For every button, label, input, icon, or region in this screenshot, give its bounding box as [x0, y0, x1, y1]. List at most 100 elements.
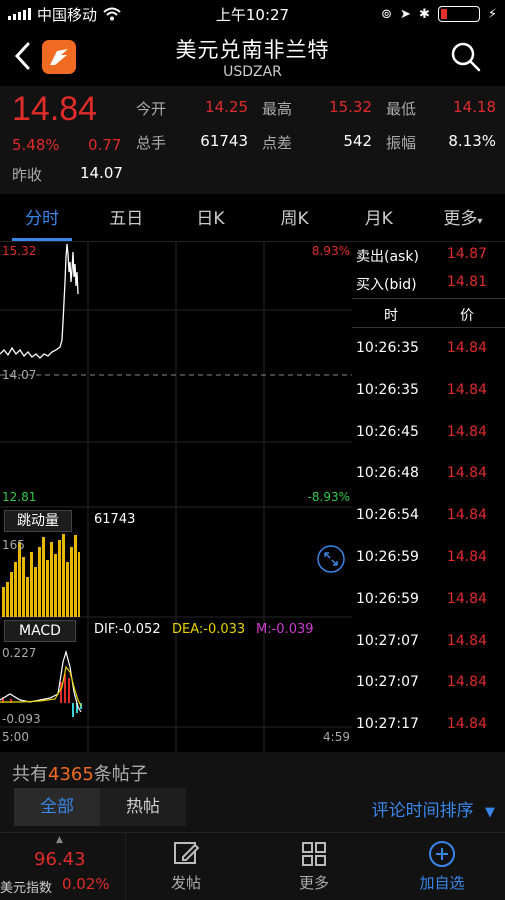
- sort-label: 评论时间排序: [371, 801, 474, 821]
- index-pct: 0.02%: [62, 875, 110, 893]
- carrier: 中国移动: [37, 5, 98, 24]
- macd-dif-value: DIF:-0.052: [94, 622, 161, 637]
- trade-table-header: 时 价: [352, 298, 505, 328]
- trade-time: 10:26:59: [356, 590, 419, 607]
- chevron-down-icon: ▾: [477, 216, 483, 227]
- ask-label: 卖出(ask): [356, 249, 419, 265]
- trade-time: 10:26:59: [356, 549, 419, 565]
- tab-intraday[interactable]: 分时: [0, 198, 84, 241]
- trade-price: 14.84: [446, 381, 487, 398]
- trade-row: 10:26:45 14.84: [352, 412, 505, 454]
- trade-time: 10:27:07: [356, 674, 419, 691]
- sort-button[interactable]: 评论时间排序 ▼: [372, 796, 495, 821]
- trade-row: 10:26:35 14.84: [352, 328, 505, 370]
- chart-low-pct: -8.93%: [307, 490, 350, 504]
- tab-daily-k[interactable]: 日K: [168, 198, 252, 241]
- trade-price: 14.84: [446, 465, 487, 482]
- caret-down-icon: ▼: [485, 805, 495, 820]
- time-start-label: 5:00: [2, 730, 29, 744]
- macd-label-button[interactable]: MACD: [4, 620, 76, 642]
- posts-filter: 全部 热帖: [14, 788, 186, 826]
- col-price: 价: [460, 308, 474, 324]
- signal-icon: [8, 8, 31, 20]
- tab-all-posts[interactable]: 全部: [14, 788, 100, 826]
- trade-row: 10:26:59 14.84: [352, 537, 505, 579]
- time-end-label: 4:59: [323, 730, 350, 744]
- trade-row: 10:27:07 14.84: [352, 662, 505, 704]
- stat-label-spread: 点差: [262, 134, 293, 152]
- chart-svg: [0, 242, 352, 752]
- header: 美元兑南非兰特 USDZAR: [0, 28, 505, 86]
- intraday-chart[interactable]: 15.32 8.93% 14.07 12.81 -8.93% 跳动量 61743…: [0, 242, 352, 752]
- stat-label-high: 最高: [262, 100, 293, 118]
- tab-five-day[interactable]: 五日: [84, 198, 168, 241]
- bid-row: 买入(bid) 14.81: [352, 270, 505, 296]
- trade-time: 10:27:07: [356, 632, 419, 649]
- posts-suffix: 条帖子: [93, 764, 148, 785]
- stat-value-high: 15.32: [329, 98, 372, 116]
- tab-more-label: 更多: [443, 209, 478, 229]
- grid-icon: [302, 842, 326, 866]
- add-circle-icon: [429, 841, 455, 867]
- trade-row: 10:27:17 14.84: [352, 704, 505, 746]
- trade-price: 14.84: [446, 632, 487, 649]
- stat-label-open: 今开: [136, 100, 167, 118]
- more-button[interactable]: 更多: [254, 833, 374, 900]
- posts-count: 共有4365条帖子: [12, 760, 148, 786]
- macd-m-value: M:-0.039: [256, 622, 314, 637]
- trade-row: 10:27:07 14.84: [352, 621, 505, 663]
- trade-time: 10:27:17: [356, 716, 419, 733]
- trade-row: 10:26:48 14.84: [352, 453, 505, 495]
- tab-monthly-k[interactable]: 月K: [337, 198, 421, 241]
- page-subtitle: USDZAR: [223, 64, 282, 80]
- add-label: 加自选: [419, 874, 465, 892]
- trade-row: 10:26:59 14.84: [352, 579, 505, 621]
- bid-value: 14.81: [446, 274, 487, 290]
- dollar-index-widget[interactable]: ▲ 96.43 美元指数 0.02%: [0, 833, 126, 900]
- tab-more[interactable]: 更多▾: [421, 198, 505, 241]
- chart-base-label: 14.07: [2, 368, 37, 382]
- price-line: [0, 243, 79, 359]
- charging-icon: ⚡: [487, 6, 497, 22]
- expand-icon[interactable]: [316, 544, 346, 574]
- trade-price: 14.84: [446, 423, 487, 440]
- tab-weekly-k[interactable]: 周K: [253, 198, 337, 241]
- volume-label-button[interactable]: 跳动量: [4, 510, 72, 532]
- prev-close-label: 昨收: [12, 166, 43, 184]
- search-button[interactable]: [449, 40, 483, 74]
- ask-row: 卖出(ask) 14.87: [352, 242, 505, 268]
- edit-icon: [174, 842, 199, 864]
- index-price: 96.43: [34, 849, 86, 870]
- chart-high-pct: 8.93%: [311, 244, 350, 258]
- trade-row: 10:26:54 14.84: [352, 495, 505, 537]
- trade-price: 14.84: [446, 674, 487, 691]
- trade-price: 14.84: [446, 340, 487, 356]
- bottom-nav: ▲ 96.43 美元指数 0.02% 发帖 更多 加自选: [0, 832, 505, 900]
- bid-label: 买入(bid): [356, 277, 417, 293]
- post-button[interactable]: 发帖: [126, 833, 246, 900]
- lock-rotation-icon: ⊚: [381, 6, 393, 22]
- macd-bars: [2, 674, 82, 717]
- trade-price: 14.84: [446, 590, 487, 607]
- trade-time: 10:26:45: [356, 423, 419, 440]
- page-title: 美元兑南非兰特: [175, 38, 330, 62]
- volume-value: 61743: [94, 512, 136, 527]
- stat-label-amplitude: 振幅: [386, 134, 417, 152]
- col-time: 时: [384, 308, 398, 324]
- macd-dea-value: DEA:-0.033: [172, 622, 246, 637]
- add-watchlist-button[interactable]: 加自选: [382, 833, 502, 900]
- volume-header: 跳动量 61743: [0, 509, 352, 532]
- macd-top-label: 0.227: [2, 646, 37, 660]
- tab-hot-posts[interactable]: 热帖: [100, 788, 186, 826]
- macd-bottom-label: -0.093: [2, 712, 41, 726]
- chart-low-label: 12.81: [2, 490, 37, 504]
- prev-close-value: 14.07: [80, 164, 123, 182]
- trade-time: 10:26:35: [356, 340, 419, 356]
- stat-label-volume: 总手: [136, 134, 167, 152]
- stat-value-amplitude: 8.13%: [448, 132, 496, 150]
- wifi-icon: [103, 7, 121, 21]
- stat-value-volume: 61743: [200, 132, 248, 150]
- trade-price: 14.84: [446, 549, 487, 565]
- bluetooth-icon: ✱: [418, 6, 430, 22]
- status-bar: 中国移动 上午10:27 ⊚ ➤ ✱ ⚡: [0, 0, 505, 28]
